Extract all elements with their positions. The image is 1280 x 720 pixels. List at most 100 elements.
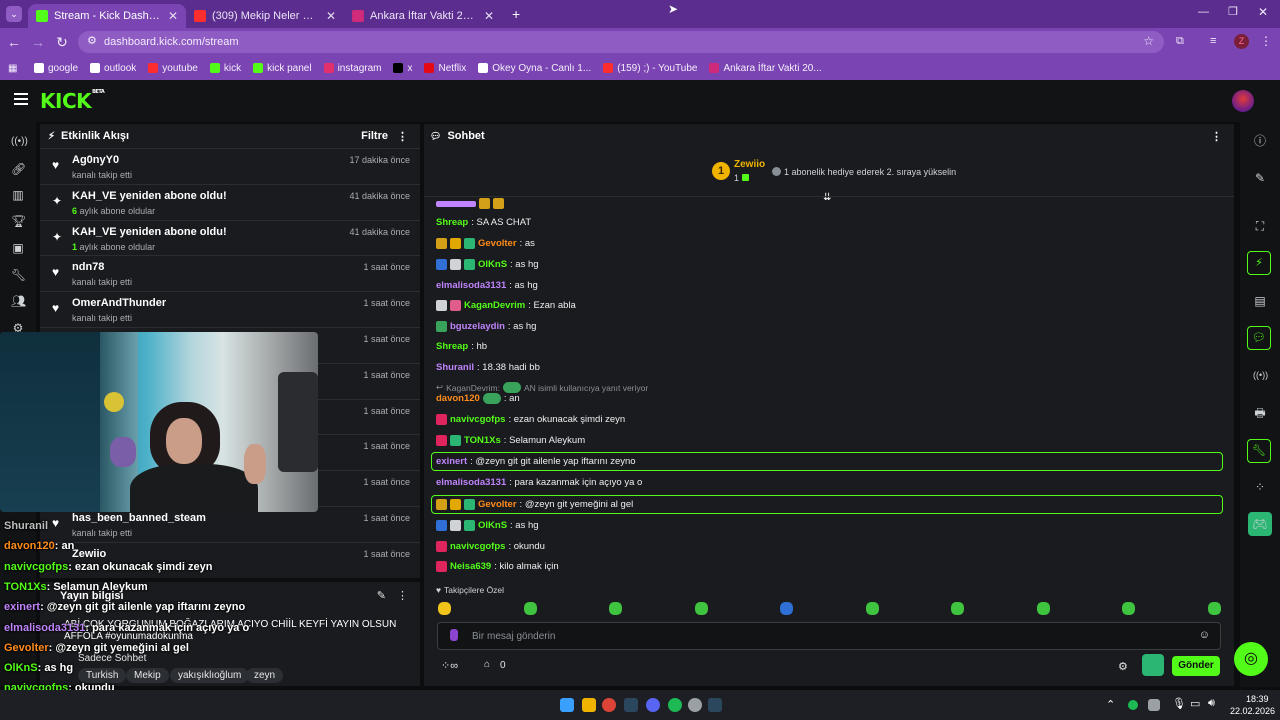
- reload-icon[interactable]: ↻: [50, 34, 74, 51]
- chat-message[interactable]: KaganDevrim: Ezan abla: [436, 300, 576, 311]
- close-icon[interactable]: ✕: [168, 9, 178, 23]
- back-arrow-icon[interactable]: ←: [2, 34, 26, 50]
- media-icon[interactable]: ▣: [11, 241, 25, 255]
- media-controls-icon[interactable]: ≡: [1210, 35, 1216, 47]
- emote-button[interactable]: [865, 602, 879, 615]
- more-options-icon[interactable]: ⋮: [397, 589, 408, 602]
- url-field[interactable]: ⚙ dashboard.kick.com/stream ☆: [78, 31, 1164, 53]
- chat-message[interactable]: TON1Xs: Selamun Aleykum: [436, 435, 585, 446]
- notes-icon[interactable]: ▤: [1253, 294, 1267, 308]
- chat-message[interactable]: navivcgofps: ezan okunacak şimdi zeyn: [436, 414, 625, 425]
- emote-button[interactable]: [438, 602, 451, 615]
- bookmark-item[interactable]: x: [393, 63, 412, 74]
- bookmark-item[interactable]: kick panel: [253, 63, 312, 74]
- wrench-icon[interactable]: 🔧︎: [11, 268, 26, 282]
- restore-icon[interactable]: ❐: [1228, 5, 1238, 18]
- points-icon[interactable]: ⌂: [484, 659, 490, 670]
- bookmark-star-icon[interactable]: ☆: [1143, 34, 1154, 48]
- tag-chip[interactable]: yakışıklıoğlum: [170, 668, 250, 683]
- bot-icon[interactable]: [1142, 654, 1164, 676]
- tag-chip[interactable]: Turkish: [78, 668, 127, 683]
- chat-username[interactable]: navivcgofps: [450, 414, 505, 425]
- chat-username[interactable]: elmalisoda3131: [436, 280, 506, 291]
- activity-item[interactable]: ♥ ndn78 kanalı takip etti 1 saat önce: [40, 255, 420, 290]
- chat-username[interactable]: davon120: [436, 393, 480, 404]
- quick-actions-icon[interactable]: ⚡︎: [1247, 251, 1271, 275]
- trophy-icon[interactable]: 🏆︎: [11, 214, 26, 228]
- emote-button[interactable]: [951, 602, 964, 615]
- new-tab-button[interactable]: +: [512, 6, 520, 22]
- bookmark-item[interactable]: google: [34, 63, 78, 74]
- apps-grid-icon[interactable]: ▦: [8, 63, 22, 74]
- info-icon[interactable]: ⓘ: [1253, 134, 1267, 148]
- hamburger-menu-icon[interactable]: [14, 93, 28, 105]
- user-avatar[interactable]: [1232, 90, 1254, 112]
- chat-input[interactable]: Bir mesaj gönderin ☺: [437, 622, 1221, 650]
- chat-username[interactable]: Shreap: [436, 341, 468, 352]
- bookmark-item[interactable]: kick: [209, 63, 241, 74]
- clock-date[interactable]: 22.02.2026: [1230, 706, 1275, 716]
- chat-message[interactable]: OlKnS: as hg: [436, 259, 539, 270]
- chat-username[interactable]: elmalisoda3131: [436, 477, 506, 488]
- more-options-icon[interactable]: ⋮: [1211, 130, 1222, 143]
- chat-message[interactable]: exinert: @zeyn git git ailenle yap iftar…: [436, 456, 636, 467]
- kick-logo[interactable]: KICKBETA: [40, 89, 105, 113]
- activity-item[interactable]: ♥ OmerAndThunder kanalı takip etti 1 saat …: [40, 291, 420, 326]
- tab-iftar[interactable]: Ankara İftar Vakti 2026 - Ankar ✕: [344, 4, 502, 28]
- obs-icon[interactable]: [688, 698, 702, 712]
- emote-button[interactable]: [1122, 602, 1135, 615]
- tag-chip[interactable]: Mekip: [126, 668, 169, 683]
- steam-icon[interactable]: [624, 698, 638, 712]
- minimize-icon[interactable]: —: [1198, 6, 1209, 18]
- chat-message[interactable]: Gevolter: @zeyn git yemeğini al gel: [436, 499, 633, 510]
- close-icon[interactable]: ✕: [326, 9, 336, 23]
- chat-message[interactable]: Shuranil: 18.38 hadi bb: [436, 362, 540, 373]
- tray-app-icon[interactable]: [1148, 699, 1160, 711]
- edit-icon[interactable]: ✎: [377, 589, 386, 602]
- bookmark-item[interactable]: Ankara İftar Vakti 20...: [709, 63, 822, 74]
- volume-icon[interactable]: 🔊︎: [1208, 697, 1215, 710]
- discord-icon[interactable]: [646, 698, 660, 712]
- site-info-icon[interactable]: ⚙: [87, 34, 97, 47]
- chat-username[interactable]: bguzelaydin: [450, 321, 505, 332]
- wrench-icon[interactable]: 🔧︎: [1247, 439, 1271, 463]
- chat-message[interactable]: Gevolter: as: [436, 238, 535, 249]
- chat-message[interactable]: bguzelaydin: as hg: [436, 321, 536, 332]
- emote-button[interactable]: [780, 602, 793, 615]
- microphone-icon[interactable]: [450, 629, 458, 641]
- bookmark-item[interactable]: youtube: [148, 63, 198, 74]
- chat-message[interactable]: davon120: an: [436, 393, 520, 404]
- chat-settings-icon[interactable]: ⚙: [1118, 660, 1128, 673]
- chat-username[interactable]: Shreap: [436, 217, 468, 228]
- filter-button[interactable]: Filtre: [361, 130, 388, 142]
- spotify-icon[interactable]: [668, 698, 682, 712]
- chat-username[interactable]: TON1Xs: [464, 435, 501, 446]
- activity-item[interactable]: ✦ KAH_VE yeniden abone oldu! 1 aylık abone…: [40, 219, 420, 255]
- window-close-icon[interactable]: ✕: [1258, 5, 1268, 19]
- chat-message[interactable]: elmalisoda3131: para kazanmak için açıyo…: [436, 477, 642, 488]
- chat-username[interactable]: Gevolter: [478, 238, 517, 249]
- bookmark-item[interactable]: Okey Oyna - Canlı 1...: [478, 63, 591, 74]
- chat-username[interactable]: KaganDevrim: [464, 300, 525, 311]
- send-button[interactable]: Gönder: [1172, 656, 1220, 676]
- chat-username[interactable]: Neisa639: [450, 561, 491, 572]
- extensions-icon[interactable]: ⧉: [1176, 35, 1184, 48]
- printer-icon[interactable]: 🖶︎: [1253, 406, 1267, 420]
- tab-search-button[interactable]: ⌄: [0, 6, 28, 22]
- top-gifter-name[interactable]: Zewiio: [734, 159, 765, 170]
- users-icon[interactable]: 👥︎: [11, 294, 26, 308]
- profile-avatar[interactable]: Z: [1234, 34, 1249, 49]
- bookmark-item[interactable]: outlook: [90, 63, 136, 74]
- tray-app-icon[interactable]: [1128, 700, 1138, 710]
- steam-icon[interactable]: [708, 698, 722, 712]
- bookmark-item[interactable]: (159) ;) - YouTube: [603, 63, 697, 74]
- support-button[interactable]: ◎: [1234, 642, 1268, 676]
- chat-message[interactable]: navivcgofps: okundu: [436, 541, 545, 552]
- emote-button[interactable]: [523, 602, 537, 615]
- bookmark-item[interactable]: instagram: [323, 63, 381, 74]
- emote-button[interactable]: [609, 602, 622, 615]
- chat-username[interactable]: Gevolter: [478, 499, 517, 510]
- chat-username[interactable]: OlKnS: [478, 259, 507, 270]
- clock-time[interactable]: 18:39: [1246, 694, 1269, 704]
- emote-button[interactable]: [1207, 602, 1221, 615]
